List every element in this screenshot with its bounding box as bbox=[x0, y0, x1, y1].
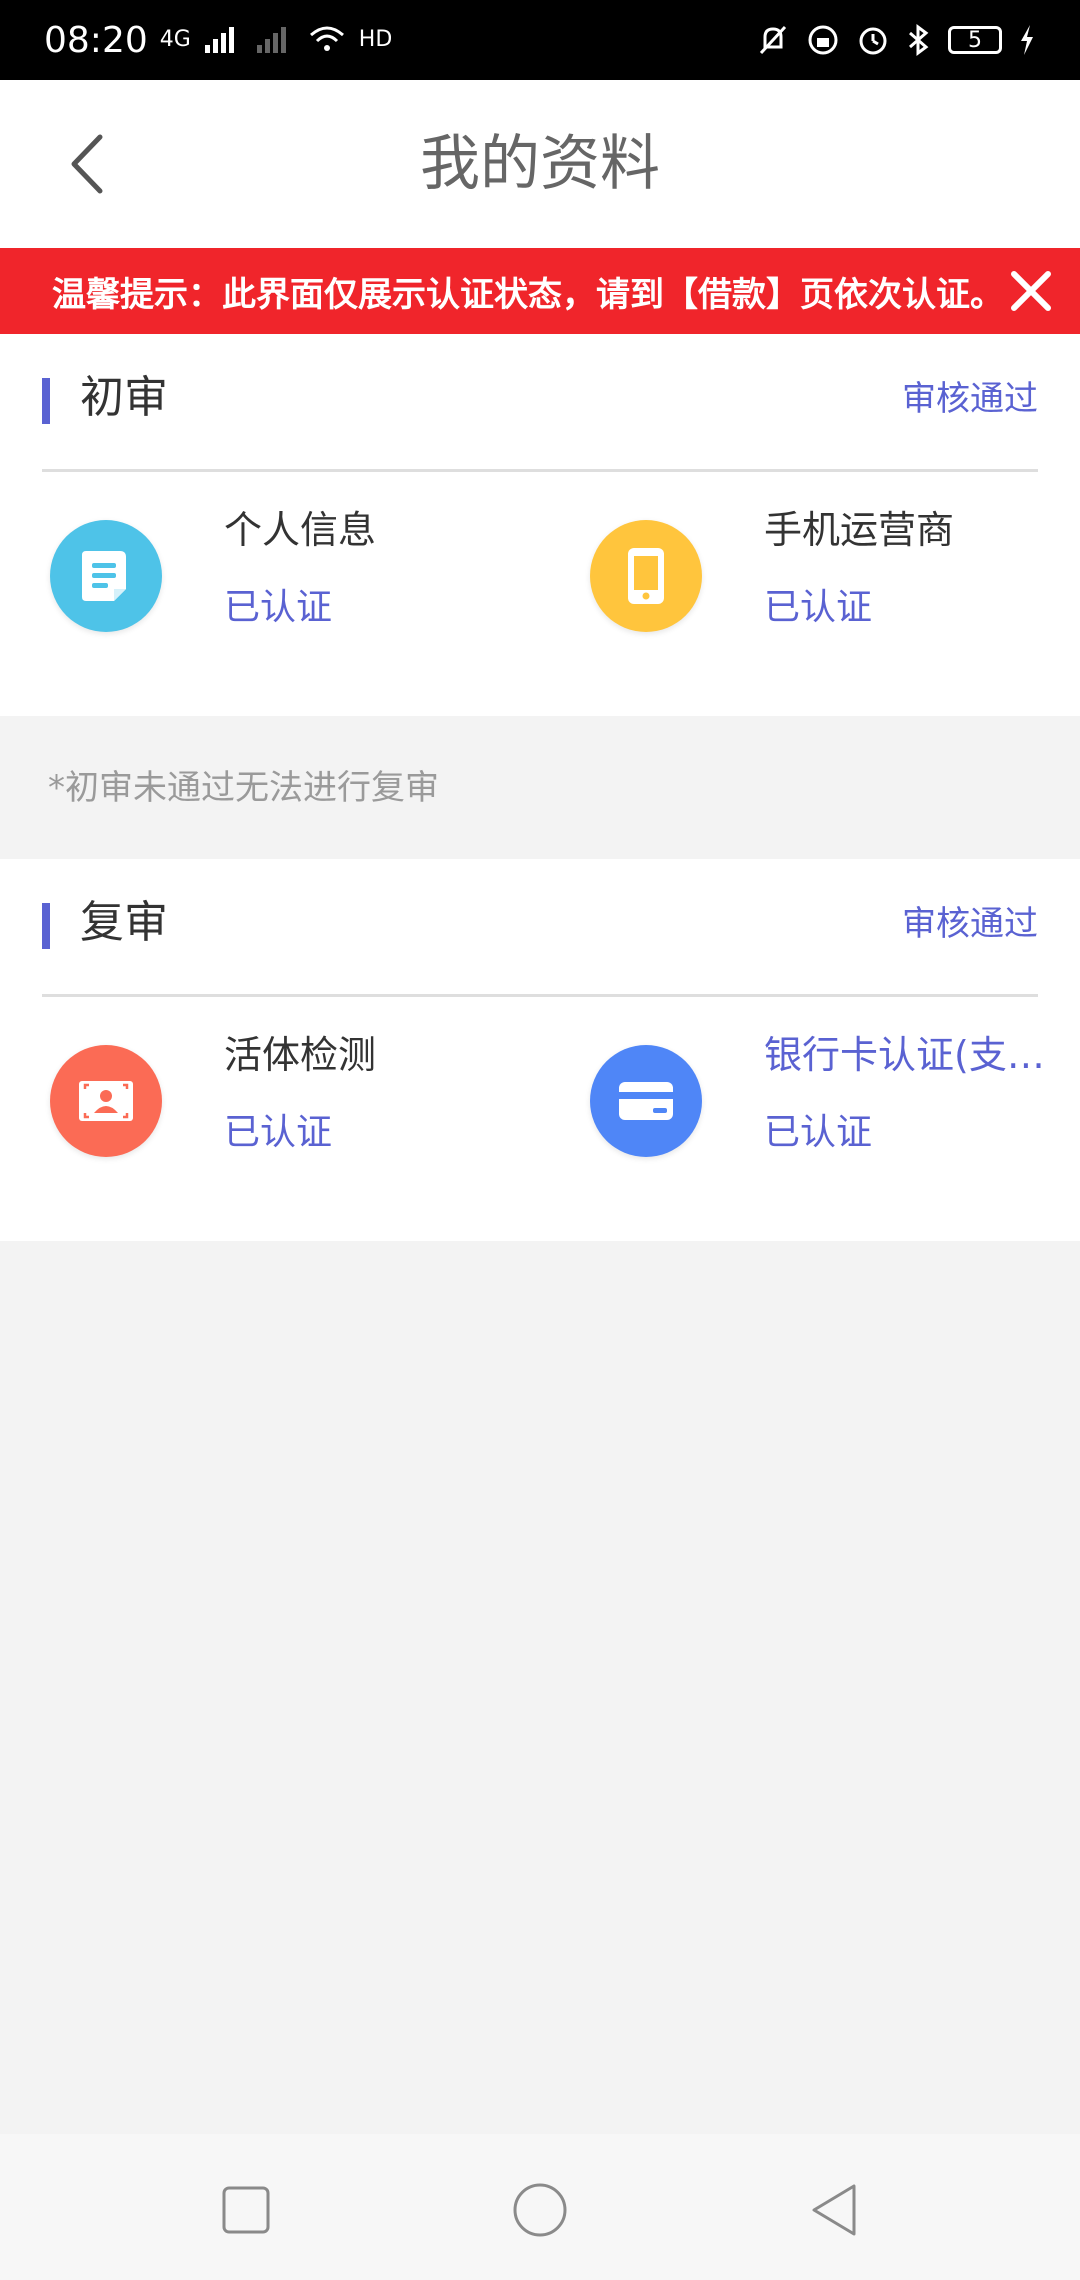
status-right: 5 bbox=[756, 23, 1036, 57]
mute-bell-icon bbox=[759, 25, 787, 55]
status-bar: 08:20 4G HD 5 bbox=[0, 0, 1080, 80]
section-accent-bar bbox=[42, 903, 50, 949]
section-title: 初审 bbox=[80, 372, 168, 423]
section-header: 初审 审核通过 bbox=[42, 334, 1038, 472]
home-icon[interactable] bbox=[512, 2182, 568, 2238]
item-personal-info[interactable]: 个人信息 已认证 bbox=[0, 504, 540, 654]
face-scan-icon bbox=[50, 1045, 162, 1157]
page-title: 我的资料 bbox=[420, 129, 660, 199]
section-second-review: 复审 审核通过 活体检测 已认证 银行卡认证(支持... 已认证 bbox=[0, 859, 1080, 1241]
bluetooth-icon bbox=[909, 24, 929, 56]
review-note: *初审未通过无法进行复审 bbox=[48, 768, 439, 808]
item-title: 手机运营商 bbox=[764, 508, 955, 552]
wifi-icon bbox=[309, 26, 344, 51]
item-title: 银行卡认证(支持... bbox=[764, 1033, 1080, 1077]
battery-level: 5 bbox=[968, 27, 982, 53]
charging-icon bbox=[1021, 25, 1033, 55]
notice-text: 温馨提示：此界面仅展示认证状态，请到【借款】页依次认证。 bbox=[52, 274, 1004, 315]
header: 我的资料 bbox=[0, 80, 1080, 248]
section-status: 审核通过 bbox=[902, 904, 1038, 944]
system-nav-bar bbox=[0, 2134, 1080, 2280]
section-title: 复审 bbox=[80, 897, 168, 948]
status-left: 08:20 4G HD bbox=[44, 20, 392, 61]
section-header: 复审 审核通过 bbox=[42, 859, 1038, 997]
back-triangle-icon[interactable] bbox=[806, 2182, 862, 2238]
item-status: 已认证 bbox=[764, 587, 873, 628]
item-status: 已认证 bbox=[224, 587, 333, 628]
document-icon bbox=[50, 520, 162, 632]
signal-icon bbox=[204, 27, 234, 53]
phone-icon bbox=[590, 520, 702, 632]
item-bank-card[interactable]: 银行卡认证(支持... 已认证 bbox=[540, 1029, 1080, 1179]
item-liveness-detection[interactable]: 活体检测 已认证 bbox=[0, 1029, 540, 1179]
item-status: 已认证 bbox=[224, 1112, 333, 1153]
battery-icon: 5 bbox=[948, 26, 1002, 54]
recent-apps-icon[interactable] bbox=[218, 2182, 274, 2238]
section-initial-review: 初审 审核通过 个人信息 已认证 手机运营商 已认证 bbox=[0, 334, 1080, 716]
alarm-icon bbox=[859, 27, 887, 55]
notice-banner: 温馨提示：此界面仅展示认证状态，请到【借款】页依次认证。 bbox=[0, 248, 1080, 334]
item-title: 个人信息 bbox=[224, 508, 377, 552]
section-status: 审核通过 bbox=[902, 379, 1038, 419]
signal-icon bbox=[256, 27, 286, 53]
item-title: 活体检测 bbox=[224, 1033, 377, 1077]
network-type: 4G bbox=[159, 27, 191, 52]
hd-indicator: HD bbox=[358, 27, 393, 52]
lock-rotation-icon bbox=[808, 25, 838, 55]
close-icon[interactable] bbox=[1008, 268, 1054, 314]
status-time: 08:20 bbox=[44, 19, 148, 61]
section-accent-bar bbox=[42, 378, 50, 424]
item-status: 已认证 bbox=[764, 1112, 873, 1153]
bank-card-icon bbox=[590, 1045, 702, 1157]
item-mobile-carrier[interactable]: 手机运营商 已认证 bbox=[540, 504, 1080, 654]
